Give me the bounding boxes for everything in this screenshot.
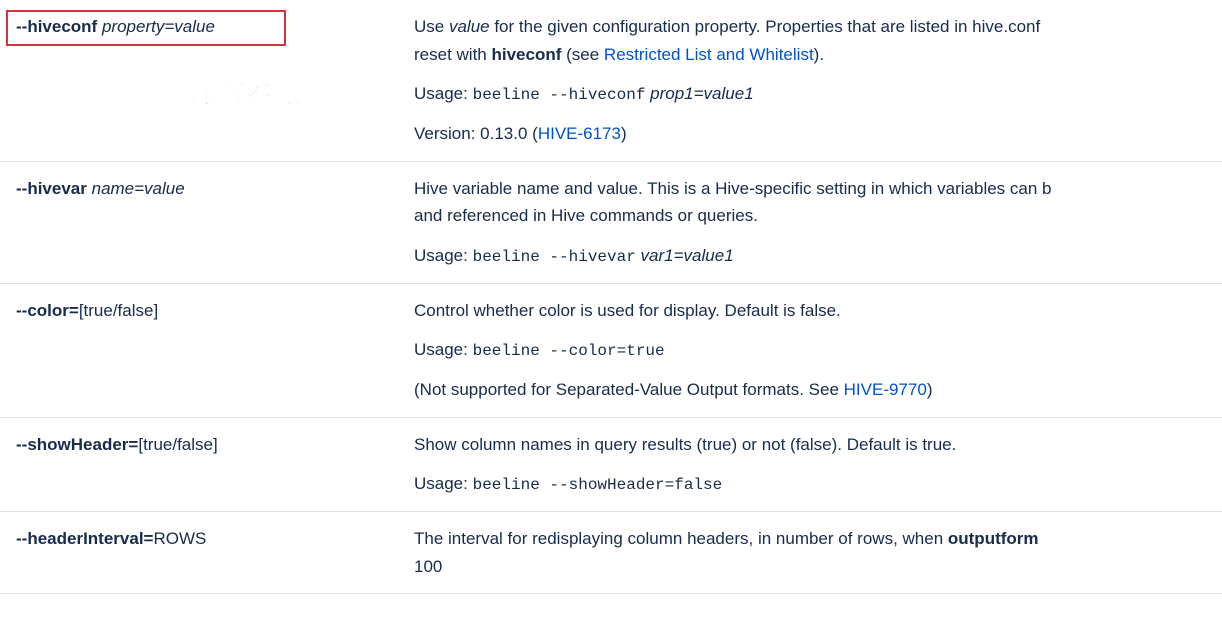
option-arg: [true/false]: [138, 435, 217, 454]
desc-line: Control whether color is used for displa…: [414, 298, 1204, 324]
desc-line: 100: [414, 554, 1204, 580]
desc-line: Hive variable name and value. This is a …: [414, 176, 1204, 202]
desc-line: and referenced in Hive commands or queri…: [414, 203, 1204, 229]
desc-line: (Not supported for Separated-Value Outpu…: [414, 377, 1204, 403]
option-arg: [true/false]: [79, 301, 158, 320]
link-hive-6173[interactable]: HIVE-6173: [538, 124, 621, 143]
usage-line: Usage: beeline --hiveconf prop1=value1: [414, 81, 1204, 107]
desc-line: Show column names in query results (true…: [414, 432, 1204, 458]
option-name: --color=: [16, 301, 79, 320]
link-restricted-list[interactable]: Restricted List and Whitelist: [604, 45, 814, 64]
desc-line: The interval for redisplaying column hea…: [414, 526, 1204, 552]
option-name: --hivevar: [16, 179, 87, 198]
option-arg: ROWS: [153, 529, 206, 548]
table-row: --color=[true/false] Control whether col…: [0, 283, 1222, 417]
option-name: --headerInterval=: [16, 529, 153, 548]
table-row: --showHeader=[true/false] Show column na…: [0, 417, 1222, 512]
option-name: --showHeader=: [16, 435, 138, 454]
usage-line: Usage: beeline --hivevar var1=value1: [414, 243, 1204, 269]
table-row: --hivevar name=value Hive variable name …: [0, 161, 1222, 283]
option-name: --hiveconf: [16, 17, 97, 36]
table-row: --headerInterval=ROWS The interval for r…: [0, 512, 1222, 594]
usage-line: Usage: beeline --showHeader=false: [414, 471, 1204, 497]
version-line: Version: 0.13.0 (HIVE-6173): [414, 121, 1204, 147]
usage-line: Usage: beeline --color=true: [414, 337, 1204, 363]
annotation-label: 配置参数: [190, 74, 302, 115]
desc-line: Use value for the given configuration pr…: [414, 14, 1204, 40]
options-table: --hiveconf property=value 配置参数 Use value…: [0, 0, 1222, 594]
option-arg: property=value: [102, 17, 215, 36]
desc-line: reset with hiveconf (see Restricted List…: [414, 42, 1204, 68]
link-hive-9770[interactable]: HIVE-9770: [844, 380, 927, 399]
table-row: --hiveconf property=value 配置参数 Use value…: [0, 0, 1222, 161]
option-arg: name=value: [92, 179, 185, 198]
